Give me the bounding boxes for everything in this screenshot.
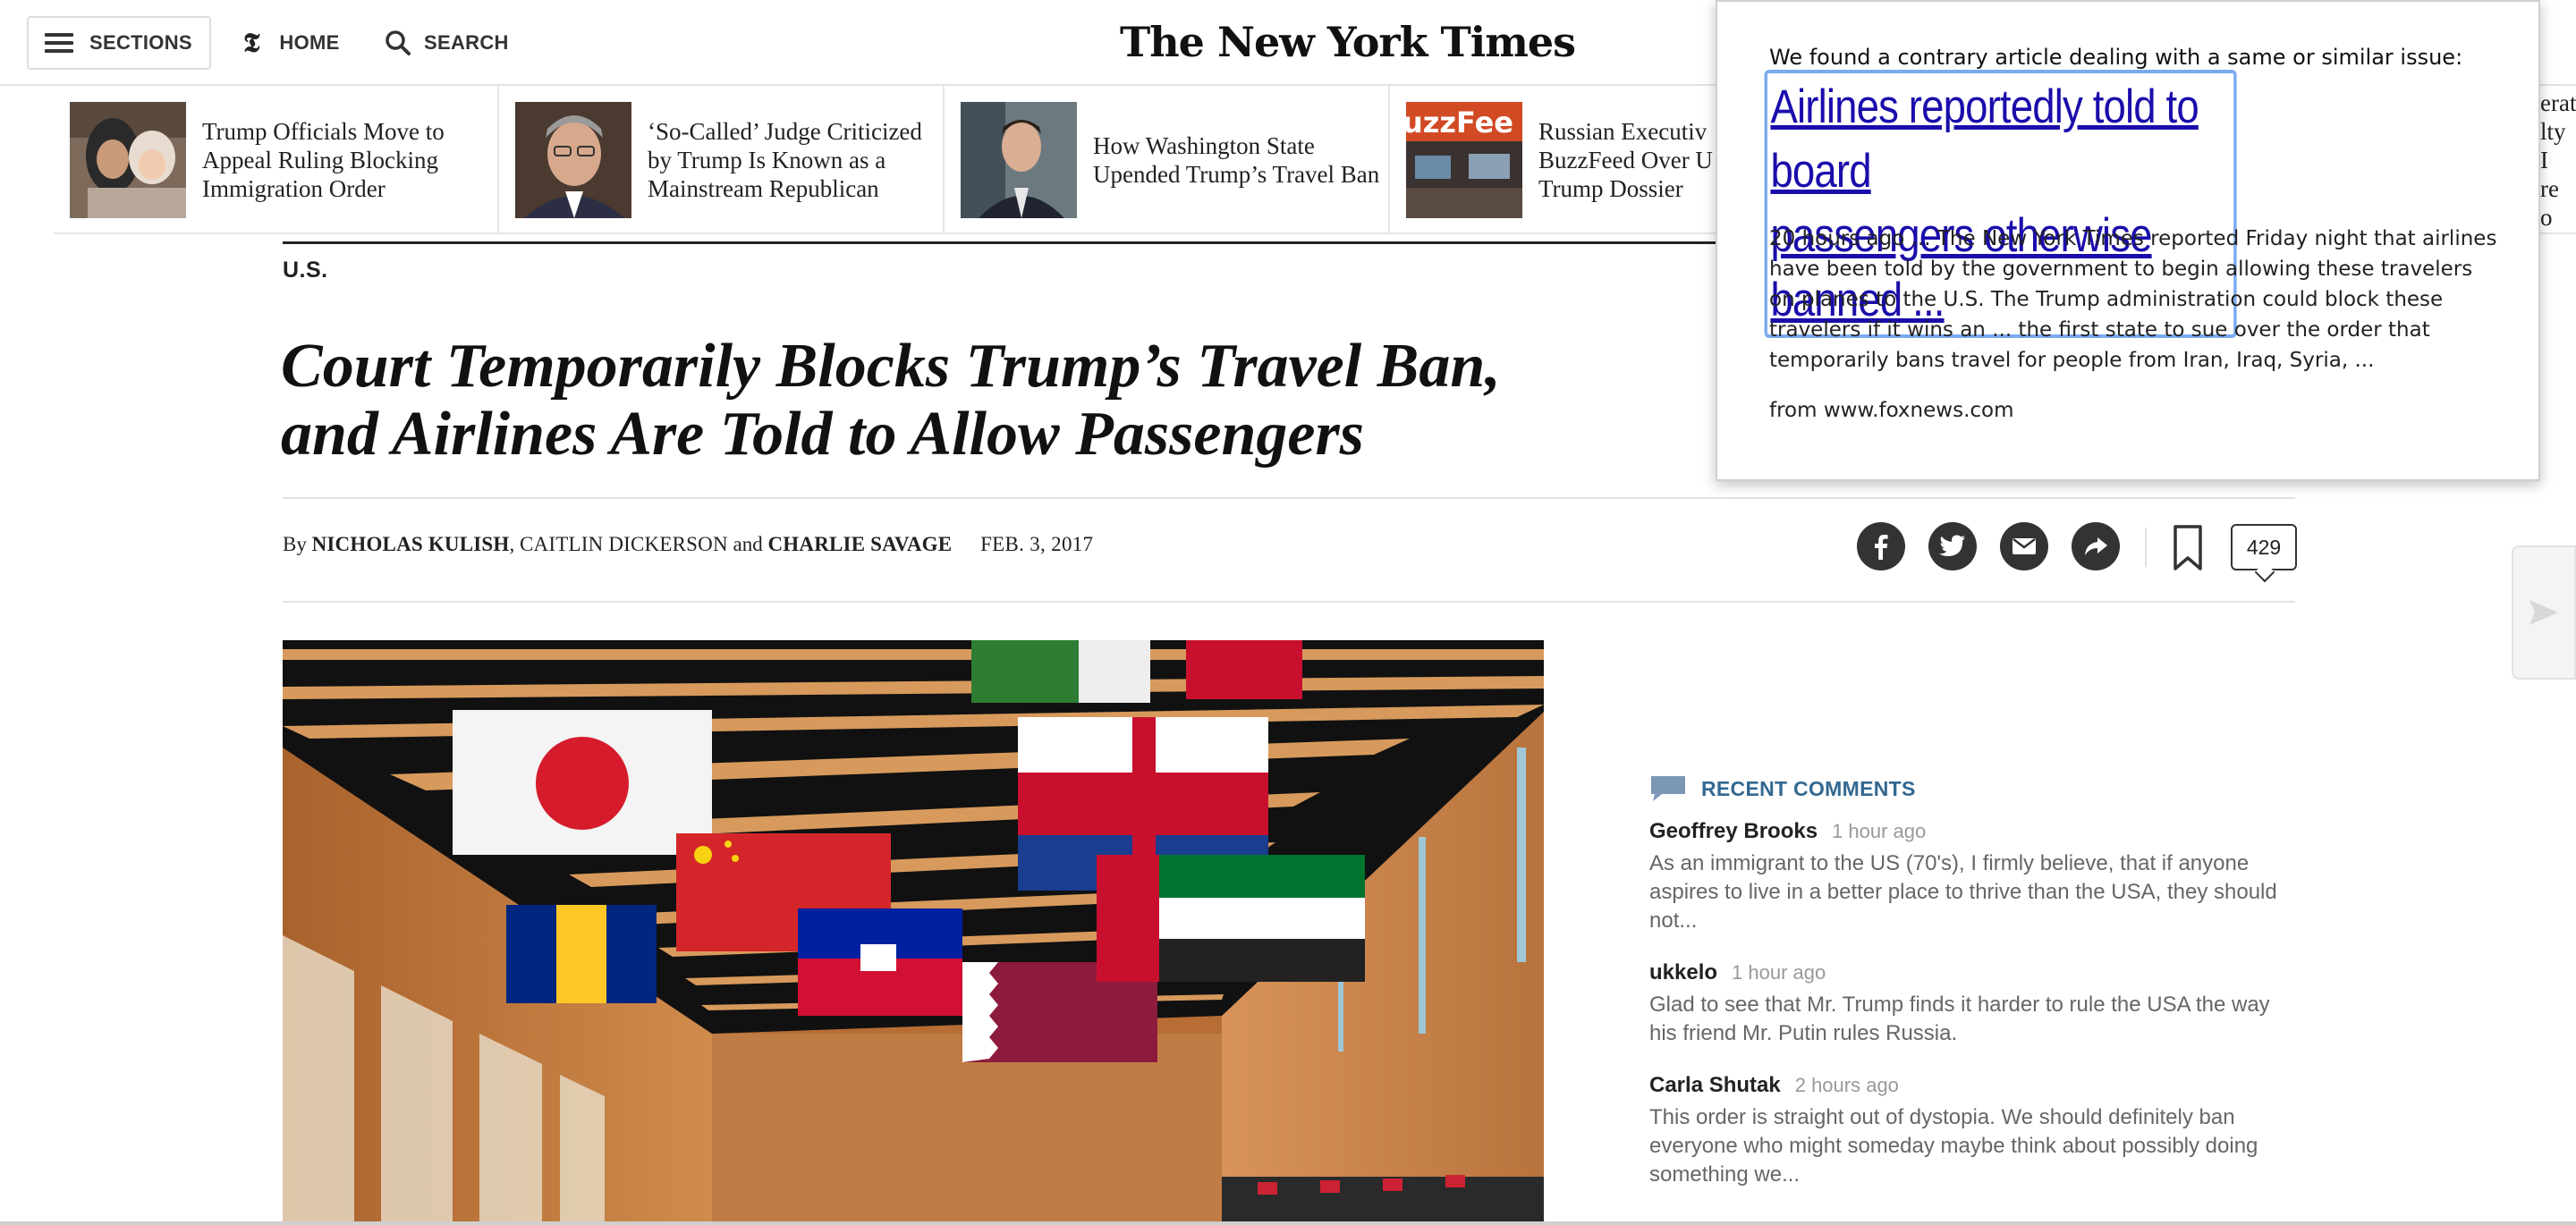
- commenter-name[interactable]: Geoffrey Brooks: [1649, 819, 1818, 843]
- comment-text: Glad to see that Mr. Trump finds it hard…: [1649, 993, 2270, 1045]
- window-bottom-edge: [0, 1221, 2576, 1225]
- svg-text:uzzFee: uzzFee: [1406, 106, 1513, 139]
- comment-item[interactable]: Geoffrey Brooks 1 hour ago As an immigran…: [1649, 819, 2302, 935]
- facebook-share-button[interactable]: [1857, 522, 1905, 570]
- contrary-article-popup: We found a contrary article dealing with…: [1716, 0, 2540, 481]
- recent-comments-header[interactable]: RECENT COMMENTS: [1649, 774, 1916, 803]
- home-button[interactable]: 𝕿 HOME: [243, 25, 340, 61]
- author-link[interactable]: CHARLIE SAVAGE: [767, 533, 952, 555]
- recent-comments-title: RECENT COMMENTS: [1701, 776, 1916, 800]
- ribbon-title: Trump Officials Move to Appeal Ruling Bl…: [202, 118, 445, 202]
- byline-prefix: By: [283, 533, 307, 555]
- bookmark-icon[interactable]: [2172, 524, 2204, 572]
- search-icon: [386, 30, 411, 55]
- sections-button[interactable]: SECTIONS: [27, 16, 211, 70]
- popup-intro-text: We found a contrary article dealing with…: [1769, 45, 2463, 70]
- hamburger-icon: [45, 33, 73, 53]
- comment-time: 2 hours ago: [1794, 1074, 1899, 1096]
- twitter-share-button[interactable]: [1928, 522, 1977, 570]
- email-share-button[interactable]: [2000, 522, 2048, 570]
- comment-time: 1 hour ago: [1832, 820, 1927, 842]
- article-photo[interactable]: [283, 640, 1544, 1225]
- comment-bubble-icon: [1651, 776, 1685, 801]
- author-link[interactable]: CAITLIN DICKERSON: [520, 533, 728, 555]
- facebook-icon: [1875, 535, 1888, 560]
- divider: [283, 497, 2295, 499]
- ribbon-title: How Washington State Upended Trump’s Tra…: [1093, 132, 1380, 188]
- headline-line: Court Temporarily Blocks Trump’s Travel …: [281, 332, 1501, 401]
- search-label: SEARCH: [424, 31, 509, 54]
- home-label: HOME: [279, 31, 340, 54]
- author-link[interactable]: NICHOLAS KULISH: [312, 533, 510, 555]
- comment-item[interactable]: ukkelo 1 hour ago Glad to see that Mr. Tr…: [1649, 960, 2302, 1048]
- arrow-right-icon: [2529, 600, 2558, 625]
- side-panel-toggle[interactable]: [2512, 545, 2576, 680]
- ribbon-story[interactable]: How Washington State Upended Trump’s Tra…: [945, 86, 1390, 234]
- popup-source: from www.foxnews.com: [1769, 399, 2014, 422]
- byline: By NICHOLAS KULISH, CAITLIN DICKERSON an…: [283, 533, 1093, 556]
- headline-line: and Airlines Are Told to Allow Passenger…: [281, 400, 1364, 469]
- commenter-name[interactable]: ukkelo: [1649, 960, 1717, 984]
- ribbon-thumbnail: [961, 102, 1077, 218]
- comment-count-button[interactable]: 429: [2231, 524, 2297, 570]
- sections-label: SECTIONS: [89, 31, 192, 54]
- divider: [283, 601, 2295, 603]
- ribbon-story-partial[interactable]: erat lty I re o: [2540, 86, 2576, 234]
- comment-text: As an immigrant to the US (70's), I firm…: [1649, 851, 2277, 933]
- popup-snippet: 20 hours ago ... The New York Times repo…: [1769, 227, 2497, 372]
- ribbon-thumbnail: [70, 102, 186, 218]
- commenter-name[interactable]: Carla Shutak: [1649, 1073, 1781, 1097]
- ribbon-title: ‘So-Called’ Judge Criticized by Trump Is…: [648, 118, 922, 202]
- ribbon-thumbnail: uzzFee: [1406, 102, 1522, 218]
- share-divider: [2145, 528, 2147, 567]
- masthead-logo[interactable]: The New York Times: [1120, 18, 1576, 66]
- section-kicker[interactable]: U.S.: [283, 258, 328, 283]
- comment-item[interactable]: Carla Shutak 2 hours ago This order is st…: [1649, 1073, 2302, 1189]
- search-button[interactable]: SEARCH: [385, 25, 509, 61]
- article-headline: Court Temporarily Blocks Trump’s Travel …: [281, 333, 1551, 469]
- publish-date: FEB. 3, 2017: [980, 533, 1094, 555]
- nyt-t-icon: 𝕿: [243, 27, 260, 59]
- comment-time: 1 hour ago: [1732, 961, 1826, 984]
- email-icon: [2012, 538, 2036, 554]
- comment-count: 429: [2246, 535, 2282, 559]
- comment-text: This order is straight out of dystopia. …: [1649, 1105, 2258, 1187]
- byline-separator: ,: [509, 533, 521, 555]
- link-line: Airlines reportedly told to board: [1770, 80, 2199, 198]
- more-share-button[interactable]: [2072, 522, 2120, 570]
- byline-separator: and: [727, 533, 768, 555]
- twitter-icon: [1939, 535, 1965, 556]
- ribbon-story[interactable]: ‘So-Called’ Judge Criticized by Trump Is…: [499, 86, 945, 234]
- ribbon-thumbnail: [515, 102, 631, 218]
- ribbon-story[interactable]: Trump Officials Move to Appeal Ruling Bl…: [54, 86, 499, 234]
- share-icon: [2085, 537, 2107, 555]
